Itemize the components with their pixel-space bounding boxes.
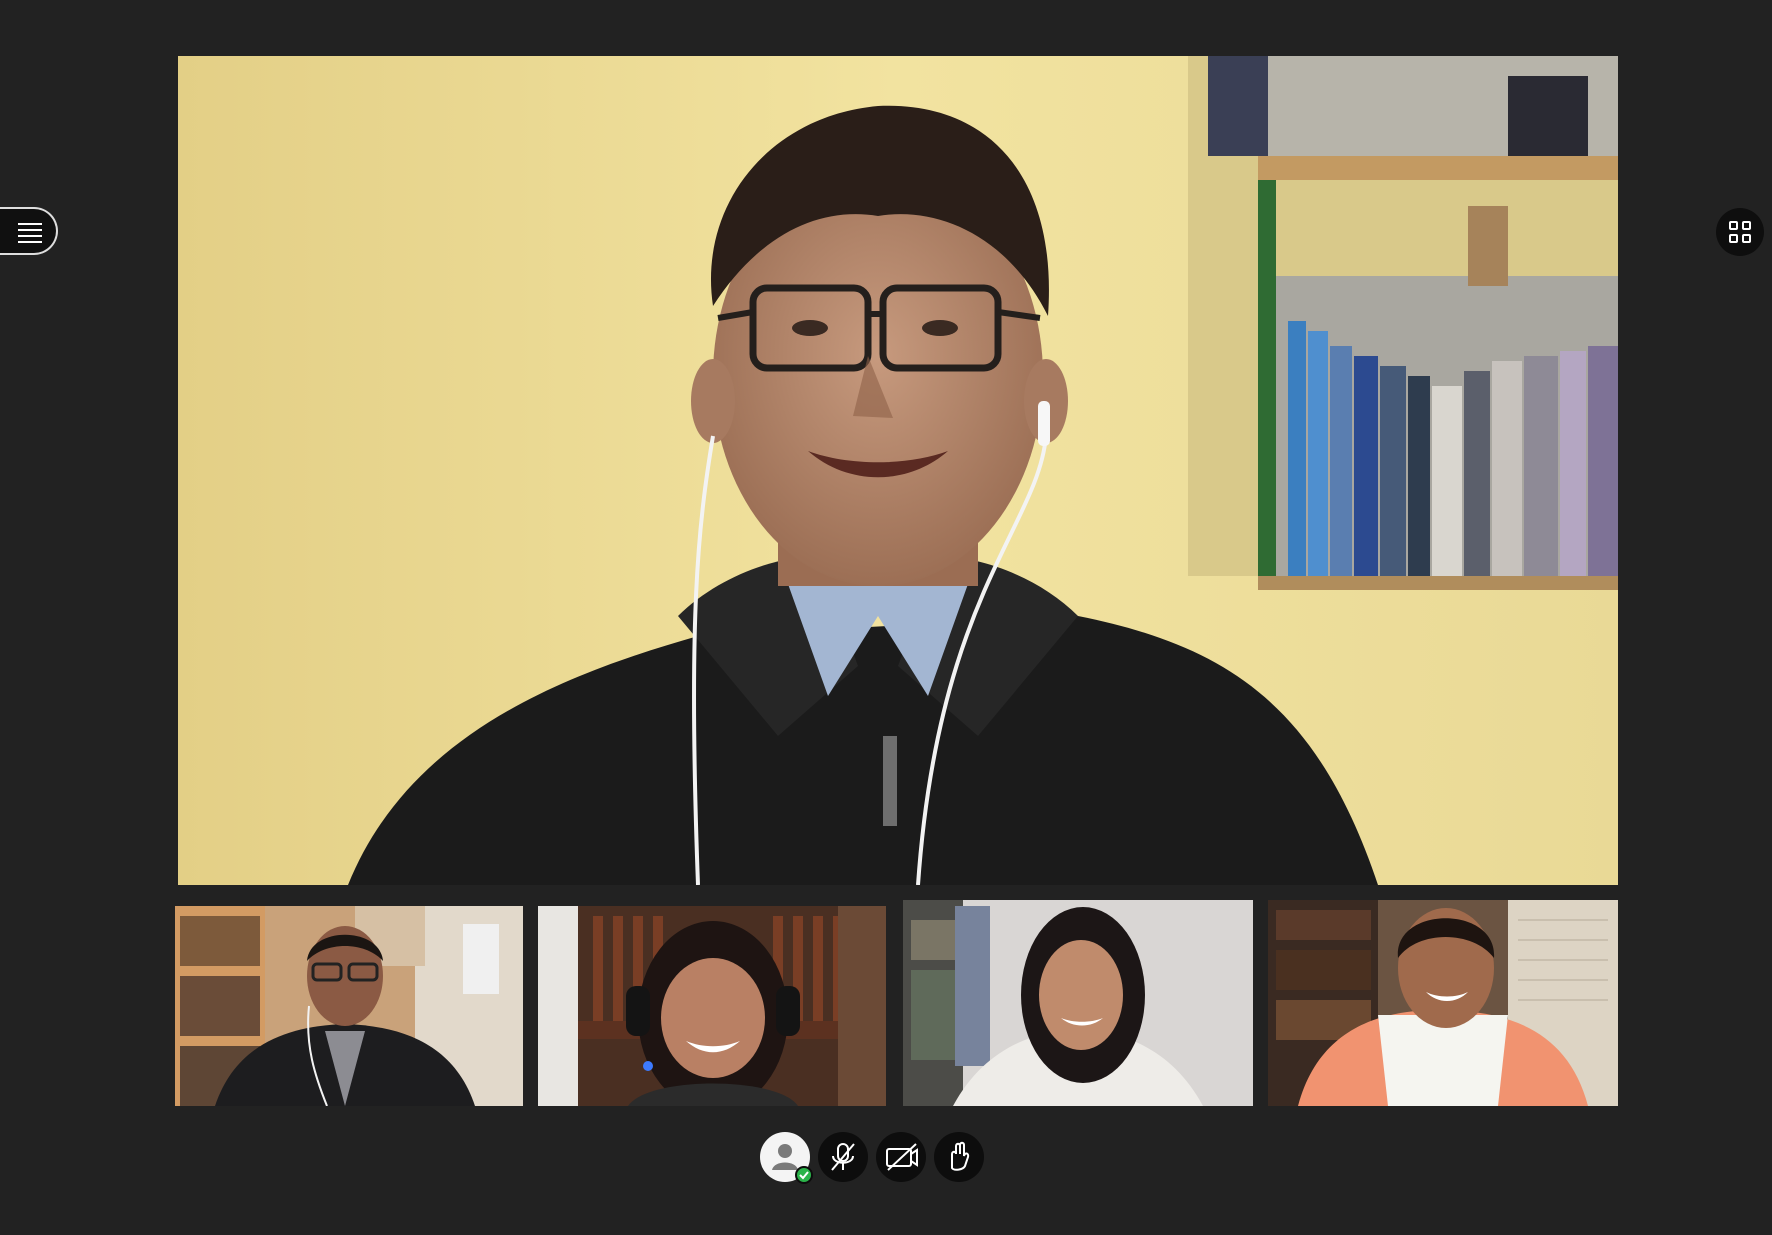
participant-thumbnail[interactable]	[175, 906, 523, 1106]
participant-thumbnail[interactable]	[1268, 900, 1618, 1106]
hamburger-menu-icon	[18, 223, 42, 247]
menu-button[interactable]	[0, 207, 58, 255]
camera-button[interactable]	[876, 1132, 926, 1182]
status-check-icon	[795, 1166, 813, 1184]
participant-video-image	[903, 900, 1253, 1106]
layout-toggle-button[interactable]	[1716, 208, 1764, 256]
mute-button[interactable]	[818, 1132, 868, 1182]
grid-layout-icon	[1729, 221, 1751, 243]
participant-video-image	[1268, 900, 1618, 1106]
raise-hand-button[interactable]	[934, 1132, 984, 1182]
participant-video-image	[175, 906, 523, 1106]
microphone-muted-icon	[831, 1143, 855, 1171]
call-controls-bar	[760, 1132, 990, 1184]
participant-thumbnail[interactable]	[903, 900, 1253, 1106]
raise-hand-icon	[951, 1141, 970, 1171]
participant-video-image	[538, 906, 886, 1106]
video-conference-window	[0, 0, 1772, 1235]
main-speaker-image	[178, 56, 1618, 885]
user-status-button[interactable]	[760, 1132, 813, 1184]
camera-off-icon	[886, 1143, 918, 1171]
participant-thumbnail[interactable]	[538, 906, 886, 1106]
main-speaker-video[interactable]	[178, 56, 1618, 885]
